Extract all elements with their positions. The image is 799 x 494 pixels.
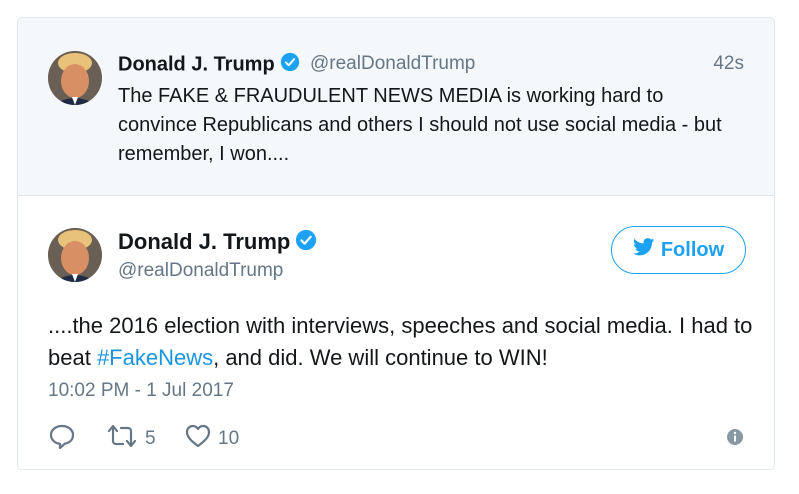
author-handle[interactable]: @realDonaldTrump bbox=[310, 53, 475, 75]
info-icon[interactable] bbox=[726, 428, 744, 451]
retweet-count: 5 bbox=[145, 428, 156, 449]
parent-tweet[interactable]: Donald J. Trump @realDonaldTrump 42s The… bbox=[18, 18, 774, 196]
tweet-text: ....the 2016 election with interviews, s… bbox=[48, 313, 753, 370]
parent-tweet-text: The FAKE & FRAUDULENT NEWS MEDIA is work… bbox=[118, 85, 722, 165]
author-handle[interactable]: @realDonaldTrump bbox=[118, 260, 283, 282]
tweet-timestamp[interactable]: 10:02 PM - 1 Jul 2017 bbox=[48, 380, 234, 402]
like-count: 10 bbox=[218, 428, 240, 449]
author-name[interactable]: Donald J. Trump bbox=[118, 229, 317, 257]
twitter-bird-icon bbox=[632, 238, 655, 262]
follow-button[interactable]: Follow bbox=[611, 226, 746, 274]
hashtag-link[interactable]: #FakeNews bbox=[97, 345, 213, 370]
avatar[interactable] bbox=[48, 228, 102, 282]
verified-badge-icon bbox=[295, 229, 317, 257]
heart-icon bbox=[184, 422, 212, 456]
author-name[interactable]: Donald J. Trump bbox=[118, 52, 300, 78]
avatar[interactable] bbox=[48, 51, 102, 105]
verified-badge-icon bbox=[280, 52, 300, 78]
embedded-tweet-card: Donald J. Trump @realDonaldTrump 42s The… bbox=[17, 17, 775, 470]
tweet-time[interactable]: 42s bbox=[713, 53, 744, 75]
reply-button[interactable] bbox=[48, 422, 76, 456]
retweet-icon bbox=[105, 422, 139, 456]
retweet-button[interactable]: 5 bbox=[105, 422, 156, 456]
follow-label: Follow bbox=[660, 238, 725, 261]
like-button[interactable]: 10 bbox=[184, 422, 239, 456]
reply-icon bbox=[48, 422, 76, 456]
